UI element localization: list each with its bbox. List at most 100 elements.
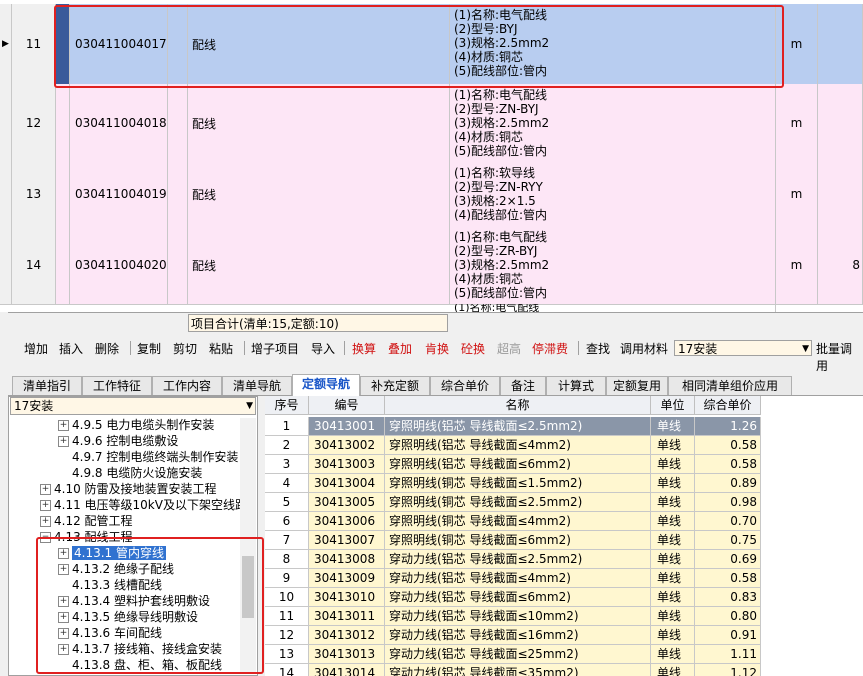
column-header[interactable]: 综合单价 xyxy=(695,396,761,415)
quota-unit[interactable]: 单线 xyxy=(651,474,695,493)
toolbar-button[interactable]: 增子项目 xyxy=(251,340,299,357)
table-row[interactable]: 8 30413008 穿动力线(铝芯 导线截面≤2.5mm2) 单线 0.69 xyxy=(265,550,763,569)
quota-code[interactable]: 30413012 xyxy=(309,626,385,645)
bill-code[interactable]: 030411004019 xyxy=(70,162,168,226)
column-header[interactable]: 名称 xyxy=(385,396,651,415)
tree-item[interactable]: +4.9.6 控制电缆敷设 xyxy=(58,433,178,449)
bill-name[interactable]: 配线 xyxy=(188,226,450,304)
toolbar-button[interactable]: 超高 xyxy=(497,340,521,357)
table-row[interactable]: 14 30413014 穿动力线(铝芯 导线截面≤35mm2) 单线 1.12 xyxy=(265,664,763,676)
quota-name[interactable]: 穿照明线(铝芯 导线截面≤2.5mm2) xyxy=(385,417,651,436)
quota-price[interactable]: 0.75 xyxy=(695,531,761,550)
quota-price[interactable]: 0.98 xyxy=(695,493,761,512)
quota-name[interactable]: 穿动力线(铝芯 导线截面≤6mm2) xyxy=(385,588,651,607)
quota-name[interactable]: 穿动力线(铝芯 导线截面≤25mm2) xyxy=(385,645,651,664)
quota-unit[interactable]: 单线 xyxy=(651,588,695,607)
tab-item[interactable]: 相同清单组价应用 xyxy=(668,376,792,395)
toolbar-button[interactable]: 增加 xyxy=(24,340,48,357)
quota-code[interactable]: 30413011 xyxy=(309,607,385,626)
quota-name[interactable]: 穿动力线(铝芯 导线截面≤2.5mm2) xyxy=(385,550,651,569)
bill-quantity[interactable] xyxy=(818,84,863,162)
expand-icon[interactable]: + xyxy=(58,436,69,447)
table-row[interactable]: 12 030411004018 配线 (1)名称:电气配线 (2)型号:ZN-BYJ (3… xyxy=(0,84,863,163)
quota-code[interactable]: 30413001 xyxy=(309,417,385,436)
quota-price[interactable]: 0.89 xyxy=(695,474,761,493)
table-row[interactable]: 3 30413003 穿照明线(铝芯 导线截面≤6mm2) 单线 0.58 xyxy=(265,455,763,474)
quota-price[interactable]: 0.58 xyxy=(695,436,761,455)
toolbar-button[interactable]: 叠加 xyxy=(388,340,412,357)
tree-item[interactable]: 4.9.7 控制电缆终端头制作安装 xyxy=(58,449,238,465)
quota-code[interactable]: 30413013 xyxy=(309,645,385,664)
tree-item[interactable]: 4.9.8 电缆防火设施安装 xyxy=(58,465,202,481)
quota-unit[interactable]: 单线 xyxy=(651,569,695,588)
toolbar-button[interactable]: 换算 xyxy=(352,340,376,357)
quota-price[interactable]: 0.83 xyxy=(695,588,761,607)
toolbar-button[interactable]: 插入 xyxy=(59,340,83,357)
quota-unit[interactable]: 单线 xyxy=(651,436,695,455)
table-row[interactable]: 10 30413010 穿动力线(铝芯 导线截面≤6mm2) 单线 0.83 xyxy=(265,588,763,607)
bill-quantity[interactable] xyxy=(818,4,863,84)
toolbar-button[interactable]: 删除 xyxy=(95,340,119,357)
quota-code[interactable]: 30413005 xyxy=(309,493,385,512)
column-header[interactable]: 编号 xyxy=(309,396,385,415)
quota-name[interactable]: 穿动力线(铝芯 导线截面≤16mm2) xyxy=(385,626,651,645)
toolbar-button[interactable]: 导入 xyxy=(311,340,335,357)
quota-code[interactable]: 30413004 xyxy=(309,474,385,493)
table-row[interactable]: 6 30413006 穿照明线(铜芯 导线截面≤4mm2) 单线 0.70 xyxy=(265,512,763,531)
quota-price[interactable]: 1.26 xyxy=(695,417,761,436)
table-row[interactable]: 13 030411004019 配线 (1)名称:软导线 (2)型号:ZN-RYY (3)… xyxy=(0,162,863,227)
bill-unit[interactable]: m xyxy=(776,162,818,226)
quota-name[interactable]: 穿照明线(铜芯 导线截面≤1.5mm2) xyxy=(385,474,651,493)
quota-unit[interactable]: 单线 xyxy=(651,531,695,550)
quota-code[interactable]: 30413002 xyxy=(309,436,385,455)
quota-price[interactable]: 0.69 xyxy=(695,550,761,569)
batch-call-button[interactable]: 批量调用 xyxy=(816,340,863,374)
quota-name[interactable]: 穿照明线(铜芯 导线截面≤4mm2) xyxy=(385,512,651,531)
table-row[interactable]: 7 30413007 穿照明线(铜芯 导线截面≤6mm2) 单线 0.75 xyxy=(265,531,763,550)
tree-item[interactable]: +4.12 配管工程 xyxy=(40,513,133,529)
table-row[interactable]: 4 30413004 穿照明线(铜芯 导线截面≤1.5mm2) 单线 0.89 xyxy=(265,474,763,493)
bill-features[interactable]: (1)名称:电气配线 (2)型号:ZR-BYJ (3)规格:2.5mm2 (4)材质:… xyxy=(450,226,776,304)
quota-name[interactable]: 穿照明线(铜芯 导线截面≤2.5mm2) xyxy=(385,493,651,512)
quota-code[interactable]: 30413009 xyxy=(309,569,385,588)
tab-item[interactable]: 补充定额 xyxy=(360,376,430,395)
quota-unit[interactable]: 单线 xyxy=(651,607,695,626)
bill-quantity[interactable]: 8 xyxy=(818,226,863,304)
bill-quantity[interactable] xyxy=(818,162,863,226)
table-row[interactable]: 12 30413012 穿动力线(铝芯 导线截面≤16mm2) 单线 0.91 xyxy=(265,626,763,645)
expand-icon[interactable]: + xyxy=(40,500,51,511)
tab-item[interactable]: 备注 xyxy=(500,376,546,395)
quota-unit[interactable]: 单线 xyxy=(651,493,695,512)
table-row[interactable]: 9 30413009 穿动力线(铝芯 导线截面≤4mm2) 单线 0.58 xyxy=(265,569,763,588)
toolbar-button[interactable]: 复制 xyxy=(137,340,161,357)
table-row[interactable]: 11 30413011 穿动力线(铝芯 导线截面≤10mm2) 单线 0.80 xyxy=(265,607,763,626)
toolbar-button[interactable]: 停滞费 xyxy=(532,340,568,357)
toolbar-button[interactable]: 砼换 xyxy=(461,340,485,357)
quota-code[interactable]: 30413008 xyxy=(309,550,385,569)
toolbar-button[interactable]: 调用材料 xyxy=(620,340,668,357)
tree-item[interactable]: +4.11 电压等级10kV及以下架空线路 xyxy=(40,497,247,513)
bill-features[interactable]: (1)名称:软导线 (2)型号:ZN-RYY (3)规格:2×1.5 (4)配线部位:… xyxy=(450,162,776,226)
bill-features[interactable]: (1)名称:电气配线 (2)型号:ZN-BYJ (3)规格:2.5mm2 (4)材质:… xyxy=(450,84,776,162)
quota-unit[interactable]: 单线 xyxy=(651,626,695,645)
bill-name[interactable]: 配线 xyxy=(188,84,450,162)
quota-price[interactable]: 1.12 xyxy=(695,664,761,676)
quota-price[interactable]: 0.70 xyxy=(695,512,761,531)
tab-item[interactable]: 工作内容 xyxy=(152,376,222,395)
tab-item[interactable]: 工作特征 xyxy=(82,376,152,395)
column-header[interactable]: 序号 xyxy=(265,396,309,415)
tab-item[interactable]: 计算式 xyxy=(546,376,606,395)
toolbar-button[interactable]: 粘贴 xyxy=(209,340,233,357)
table-row[interactable]: 14 030411004020 配线 (1)名称:电气配线 (2)型号:ZR-BYJ (3… xyxy=(0,226,863,305)
quota-name[interactable]: 穿照明线(铜芯 导线截面≤6mm2) xyxy=(385,531,651,550)
tab-item[interactable]: 清单导航 xyxy=(222,376,292,395)
quota-price[interactable]: 1.11 xyxy=(695,645,761,664)
toolbar-button[interactable]: 肯换 xyxy=(425,340,449,357)
quota-price[interactable]: 0.91 xyxy=(695,626,761,645)
expand-icon[interactable]: + xyxy=(58,420,69,431)
expand-icon[interactable]: + xyxy=(40,484,51,495)
tab-item[interactable]: 定额复用 xyxy=(606,376,668,395)
quota-price[interactable]: 0.58 xyxy=(695,455,761,474)
tab-item[interactable]: 清单指引 xyxy=(12,376,82,395)
tab-item[interactable]: 定额导航 xyxy=(292,374,360,396)
